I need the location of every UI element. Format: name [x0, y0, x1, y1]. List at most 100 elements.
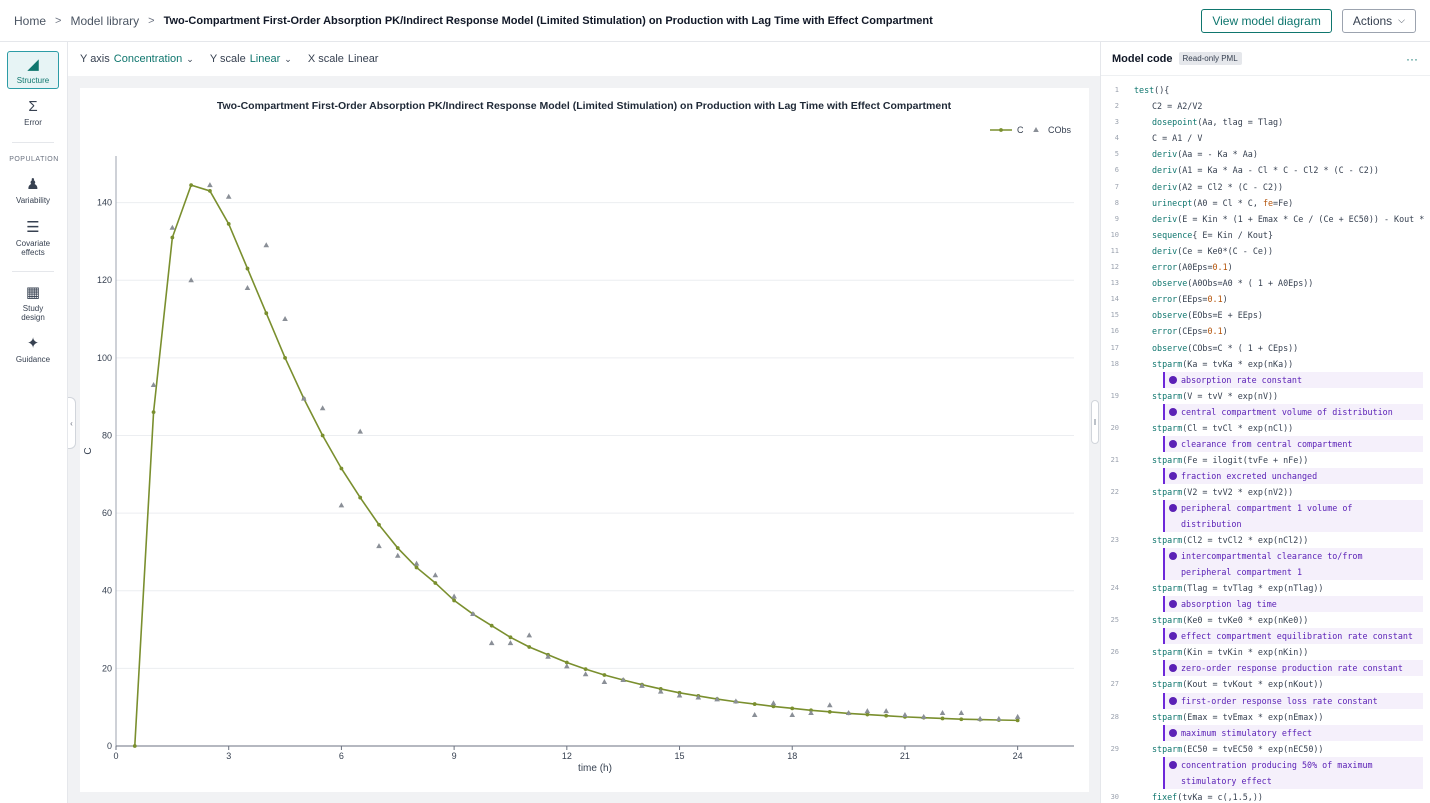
- code-annotation: fraction excreted unchanged: [1163, 467, 1423, 484]
- sidebar-item-covariate-effects[interactable]: ☰ Covariate effects: [7, 219, 59, 257]
- series-cobs-point: [977, 715, 983, 721]
- series-cobs-point: [751, 711, 758, 717]
- code-line: 13 observe(A0Obs=A0 * ( 1 + A0Eps)): [1101, 275, 1430, 291]
- series-cobs-point: [319, 405, 326, 411]
- concentration-chart: Two-Compartment First-Order Absorption P…: [83, 100, 1074, 774]
- calendar-icon: ▦: [25, 284, 41, 301]
- sidebar-item-label: Variability: [15, 196, 51, 205]
- line-number: 25: [1110, 616, 1119, 625]
- chevron-down-icon[interactable]: ⌄: [186, 54, 194, 65]
- code-text: deriv(A1 = Ka * Aa - Cl * C - Cl2 * (C -…: [1152, 165, 1379, 176]
- code-line: 23 stparm(Cl2 = tvCl2 * exp(nCl2)): [1101, 532, 1430, 548]
- line-number: 1: [1114, 86, 1119, 94]
- line-number: 12: [1110, 263, 1119, 272]
- sidebar-item-label: design: [21, 313, 45, 322]
- sigma-icon: Σ: [28, 98, 38, 115]
- sidebar-item-label: effects: [21, 248, 45, 257]
- series-cobs-point: [827, 702, 833, 708]
- series-c-point: [226, 222, 231, 226]
- annotation-text: clearance from central compartment: [1181, 438, 1353, 449]
- sidebar-divider: [12, 271, 54, 272]
- line-number: 21: [1110, 455, 1119, 464]
- annotation-text: absorption lag time: [1181, 599, 1277, 610]
- series-cobs-point: [789, 711, 796, 717]
- code-text: stparm(Kin = tvKin * exp(nKin)): [1152, 647, 1309, 658]
- annotation-text: first-order response loss rate constant: [1181, 695, 1378, 706]
- more-options-icon[interactable]: ···: [1406, 52, 1418, 66]
- view-model-diagram-button[interactable]: View model diagram: [1201, 8, 1332, 33]
- sidebar-item-study-design[interactable]: ▦ Study design: [7, 284, 59, 322]
- y-tick-label: 80: [102, 430, 112, 440]
- code-text: stparm(Fe = ilogit(tvFe + nFe)): [1152, 454, 1309, 465]
- sidebar-item-label: Covariate: [15, 239, 51, 248]
- series-c-point: [827, 709, 832, 714]
- x-scale-value: Linear: [347, 53, 379, 65]
- sidebar-item-label: Structure: [16, 75, 50, 85]
- top-bar: Home > Model library > Two-Compartment F…: [0, 0, 1430, 42]
- sidebar-collapse-handle[interactable]: ‹: [68, 397, 76, 449]
- model-code-editor[interactable]: 1 test(){2 C2 = A2/V2 3 dosepoint(Aa, tlag =…: [1101, 82, 1430, 803]
- line-number: 3: [1114, 118, 1119, 127]
- x-tick-label: 9: [452, 751, 457, 761]
- pane-split-handle[interactable]: ‖: [1091, 400, 1099, 444]
- sparkle-icon: ✦: [26, 335, 40, 352]
- series-cobs-point: [902, 711, 908, 717]
- y-axis-select[interactable]: Concentration: [114, 53, 183, 65]
- code-text: stparm(Cl2 = tvCl2 * exp(nCl2)): [1152, 535, 1309, 546]
- sidebar-item-structure[interactable]: ◢ Structure: [7, 51, 59, 89]
- series-cobs-point: [263, 242, 270, 248]
- code-line: 8 urinecpt(A0 = Cl * C, fe=Fe): [1101, 195, 1430, 211]
- series-c-point: [489, 623, 494, 628]
- code-annotation: clearance from central compartment: [1163, 435, 1423, 452]
- info-icon: [1169, 471, 1177, 480]
- series-c-point: [752, 702, 757, 706]
- line-number: 18: [1110, 359, 1119, 368]
- breadcrumb-model-library[interactable]: Model library: [70, 14, 139, 28]
- x-tick-label: 3: [226, 751, 231, 761]
- y-tick-label: 20: [102, 663, 112, 673]
- sidebar-item-label: Error: [24, 118, 42, 127]
- series-cobs-point: [883, 708, 889, 714]
- series-c-point: [283, 355, 287, 360]
- code-text: C = A1 / V: [1152, 133, 1203, 144]
- series-cobs-point: [770, 700, 777, 706]
- sidebar-item-guidance[interactable]: ✦ Guidance: [7, 335, 59, 364]
- series-c-point: [208, 189, 212, 193]
- legend-c-marker: [999, 128, 1003, 132]
- model-code-pane: Model code Read-only PML ··· 1 test(){2 C2…: [1100, 42, 1430, 803]
- x-axis-title: time (h): [578, 763, 612, 774]
- sidebar-item-variability[interactable]: ♟ Variability: [7, 176, 59, 205]
- line-number: 7: [1114, 182, 1119, 191]
- code-line: 4 C = A1 / V: [1101, 130, 1430, 146]
- series-cobs-point: [1014, 713, 1021, 719]
- chevron-left-icon: ‹: [70, 418, 73, 428]
- sidebar-item-error[interactable]: Σ Error: [7, 98, 59, 127]
- chevron-down-icon[interactable]: ⌄: [284, 54, 292, 65]
- code-annotation: peripheral compartment 1 volume of distr…: [1163, 500, 1423, 533]
- line-number: 29: [1110, 744, 1119, 753]
- code-text: deriv(Ce = Ke0*(C - Ce)): [1152, 245, 1274, 256]
- breadcrumb: Home > Model library > Two-Compartment F…: [14, 14, 933, 28]
- code-text: error(CEps=0.1): [1152, 326, 1228, 337]
- series-c-point: [602, 673, 607, 677]
- code-line: 12 error(A0Eps=0.1): [1101, 259, 1430, 275]
- actions-button[interactable]: Actions ⌵: [1341, 8, 1416, 33]
- code-line: 27 stparm(Kout = tvKout * exp(nKout)): [1101, 676, 1430, 692]
- y-scale-select[interactable]: Linear: [250, 53, 281, 65]
- series-cobs-point: [939, 710, 946, 716]
- series-cobs-point: [564, 663, 570, 669]
- code-text: urinecpt(A0 = Cl * C, fe=Fe): [1152, 197, 1294, 208]
- code-line: 18 stparm(Ka = tvKa * exp(nKa)): [1101, 356, 1430, 372]
- series-c-point: [395, 546, 400, 550]
- legend-cobs-label: CObs: [1048, 125, 1072, 135]
- code-annotation: central compartment volume of distributi…: [1163, 403, 1423, 420]
- series-c-point: [527, 645, 532, 649]
- series-cobs-point: [488, 640, 495, 646]
- breadcrumb-home[interactable]: Home: [14, 14, 46, 28]
- code-text: sequence{ E= Kin / Kout}: [1152, 229, 1274, 240]
- code-line: 21 stparm(Fe = ilogit(tvFe + nFe)): [1101, 452, 1430, 468]
- plot-pane: Y axis Concentration ⌄ Y scale Linear ⌄ …: [68, 42, 1100, 803]
- series-cobs-point: [244, 284, 251, 290]
- series-cobs-point: [225, 193, 232, 199]
- line-number: 10: [1110, 230, 1119, 239]
